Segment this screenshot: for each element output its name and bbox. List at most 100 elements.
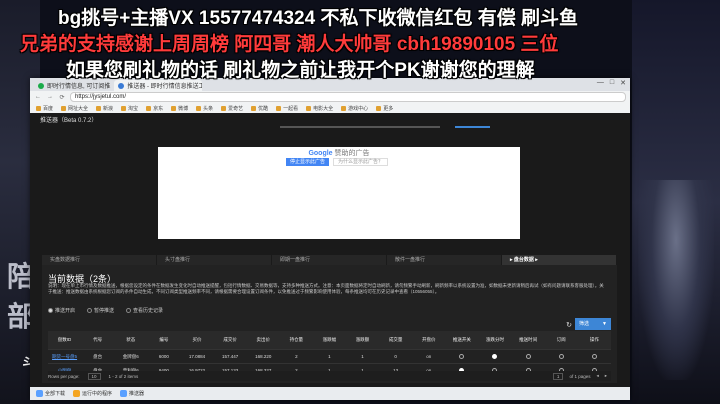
stop-ad-button[interactable]: 停止显示此广告 bbox=[286, 158, 330, 166]
status-dot-icon[interactable] bbox=[459, 353, 465, 359]
toggle-cell[interactable] bbox=[511, 349, 545, 364]
table-row[interactable]: 期货一号盘5 盘台 金牌盘6 6000 17.0884 157.447 168.220 2 1 1… bbox=[48, 349, 611, 364]
column-header[interactable]: 开盘价 bbox=[412, 331, 446, 350]
column-header[interactable]: 操作 bbox=[577, 331, 611, 350]
bookmark-item[interactable]: 头条 bbox=[196, 105, 213, 112]
taskbar-item[interactable]: 全部下载 bbox=[36, 390, 65, 397]
column-header[interactable]: 涨跌额 bbox=[345, 331, 380, 350]
column-header[interactable]: 买价 bbox=[180, 331, 214, 350]
row-id-link[interactable]: 期货一号盘5 bbox=[48, 349, 82, 364]
bookmark-label: 优酷 bbox=[258, 105, 269, 112]
stream-overlay-line-1: bg挑号+主播VX 15577474324 不私下收微信红包 有偿 刷斗鱼 bbox=[58, 8, 579, 29]
radio-label: 暂停推送 bbox=[94, 308, 115, 314]
bookmark-item[interactable]: 京东 bbox=[146, 105, 163, 112]
bookmark-label: 游戏中心 bbox=[348, 105, 369, 112]
table-cell: 157.447 bbox=[213, 349, 247, 364]
bookmark-icon bbox=[96, 105, 102, 111]
toggle-cell[interactable] bbox=[544, 349, 578, 364]
toggle-cell[interactable] bbox=[577, 349, 611, 364]
column-header[interactable]: 订阅 bbox=[544, 331, 578, 350]
tab-position[interactable]: 头寸盘推行 bbox=[157, 255, 272, 265]
status-dot-icon[interactable] bbox=[558, 353, 564, 359]
push-mode-radios: 推送开启 暂停推送 查看历史记录 bbox=[48, 307, 163, 314]
column-header[interactable]: 推送开关 bbox=[445, 331, 479, 350]
bookmark-item[interactable]: 优酷 bbox=[251, 105, 268, 112]
taskbar: 全部下载 运行中的程序 推送器 bbox=[30, 387, 630, 400]
tab-realtime[interactable]: 实盘数据推行 bbox=[42, 255, 157, 265]
column-header[interactable]: 推送时间 bbox=[511, 331, 545, 350]
radio-icon bbox=[87, 308, 93, 313]
bookmark-label: 微博 bbox=[178, 105, 189, 112]
forward-icon[interactable]: → bbox=[46, 94, 54, 100]
column-header[interactable]: 状态 bbox=[114, 331, 148, 350]
table-cell: 168.220 bbox=[246, 349, 280, 364]
reload-icon[interactable]: ⟳ bbox=[58, 94, 66, 101]
radio-history[interactable]: 查看历史记录 bbox=[126, 307, 163, 314]
bookmark-icon bbox=[306, 105, 312, 111]
next-page-icon[interactable]: ▸ bbox=[605, 373, 607, 379]
toggle-cell[interactable] bbox=[478, 349, 512, 364]
bookmark-item[interactable]: 网址大全 bbox=[61, 105, 88, 112]
table-cell: 6000 bbox=[147, 349, 181, 364]
taskbar-item[interactable]: 运行中的程序 bbox=[73, 390, 112, 397]
radio-pause[interactable]: 暂停推送 bbox=[87, 307, 114, 314]
status-dot-icon[interactable] bbox=[492, 353, 498, 359]
why-ad-button[interactable]: 为什么显示此广告？ bbox=[333, 158, 389, 166]
column-header[interactable]: 编号 bbox=[147, 331, 181, 350]
table-cell: 金牌盘6 bbox=[114, 349, 148, 364]
column-header[interactable]: 涨跌幅 bbox=[312, 331, 346, 350]
bookmark-item[interactable]: 爱奇艺 bbox=[221, 105, 243, 112]
close-icon[interactable]: ✕ bbox=[620, 79, 626, 87]
back-icon[interactable]: ← bbox=[34, 94, 42, 100]
bookmark-label: 爱奇艺 bbox=[228, 105, 244, 112]
tab-spot[interactable]: 即期一盘推行 bbox=[272, 255, 387, 265]
filter-label: 筛选 bbox=[579, 321, 590, 327]
prev-page-icon[interactable]: ◂ bbox=[596, 373, 598, 379]
bookmark-item[interactable]: 淘宝 bbox=[121, 105, 138, 112]
radio-icon bbox=[126, 308, 132, 313]
progress-accent bbox=[455, 126, 490, 128]
refresh-icon[interactable]: ↻ bbox=[565, 321, 573, 329]
download-icon bbox=[36, 390, 43, 397]
bookmark-icon bbox=[36, 105, 41, 111]
bookmark-item[interactable]: 更多 bbox=[376, 105, 393, 112]
app-title: 推送器（Beta 0.7.2） bbox=[40, 117, 98, 124]
column-header[interactable]: 卖出价 bbox=[246, 331, 280, 350]
bookmark-item[interactable]: 新浪 bbox=[96, 105, 113, 112]
pagination: Rows per page: 10 1 - 2 of 2 items 1 of … bbox=[48, 371, 611, 381]
tab-board-data[interactable]: ▸ 盘台数据 ▸ bbox=[502, 255, 617, 265]
radio-icon bbox=[48, 308, 53, 313]
stream-right-panel bbox=[632, 0, 720, 404]
radio-push-on[interactable]: 推送开启 bbox=[48, 307, 75, 314]
maximize-icon[interactable]: □ bbox=[610, 79, 614, 87]
bookmark-item[interactable]: 微博 bbox=[171, 105, 188, 112]
minimize-icon[interactable]: — bbox=[597, 79, 604, 87]
bookmark-item[interactable]: 游戏中心 bbox=[341, 105, 368, 112]
status-dot-icon[interactable] bbox=[525, 353, 531, 359]
bookmark-item[interactable]: 电影大全 bbox=[306, 105, 333, 112]
bookmark-icon bbox=[276, 105, 282, 111]
taskbar-item[interactable]: 推送器 bbox=[120, 390, 144, 397]
table-cell: 17.0884 bbox=[180, 349, 214, 364]
column-header[interactable]: 代号 bbox=[81, 331, 115, 350]
tab-parts[interactable]: 散件一盘推行 bbox=[387, 255, 502, 265]
rows-per-page-select[interactable]: 10 bbox=[87, 372, 101, 380]
filter-button[interactable]: 筛选 ▼ bbox=[575, 318, 611, 330]
bookmark-item[interactable]: 百度 bbox=[36, 105, 53, 112]
page-count: of 1 pages bbox=[569, 373, 591, 379]
column-header[interactable]: 盘数ID bbox=[48, 331, 82, 350]
column-header[interactable]: 成交价 bbox=[213, 331, 247, 350]
column-header[interactable]: 持仓量 bbox=[279, 331, 313, 350]
page-select[interactable]: 1 bbox=[552, 372, 564, 380]
column-header[interactable]: 成交量 bbox=[379, 331, 413, 350]
toggle-cell[interactable] bbox=[445, 349, 479, 364]
url-input[interactable]: https://jysjetul.com/ bbox=[70, 92, 626, 102]
radio-label: 查看历史记录 bbox=[133, 308, 164, 314]
bookmark-icon bbox=[121, 105, 127, 111]
range-text: 1 - 2 of 2 items bbox=[108, 373, 139, 379]
column-header[interactable]: 涨跌分时 bbox=[478, 331, 512, 350]
status-dot-icon[interactable] bbox=[591, 353, 597, 359]
bookmark-label: 头条 bbox=[203, 105, 214, 112]
stream-character-art bbox=[638, 180, 714, 380]
bookmark-item[interactable]: 一起看 bbox=[276, 105, 298, 112]
